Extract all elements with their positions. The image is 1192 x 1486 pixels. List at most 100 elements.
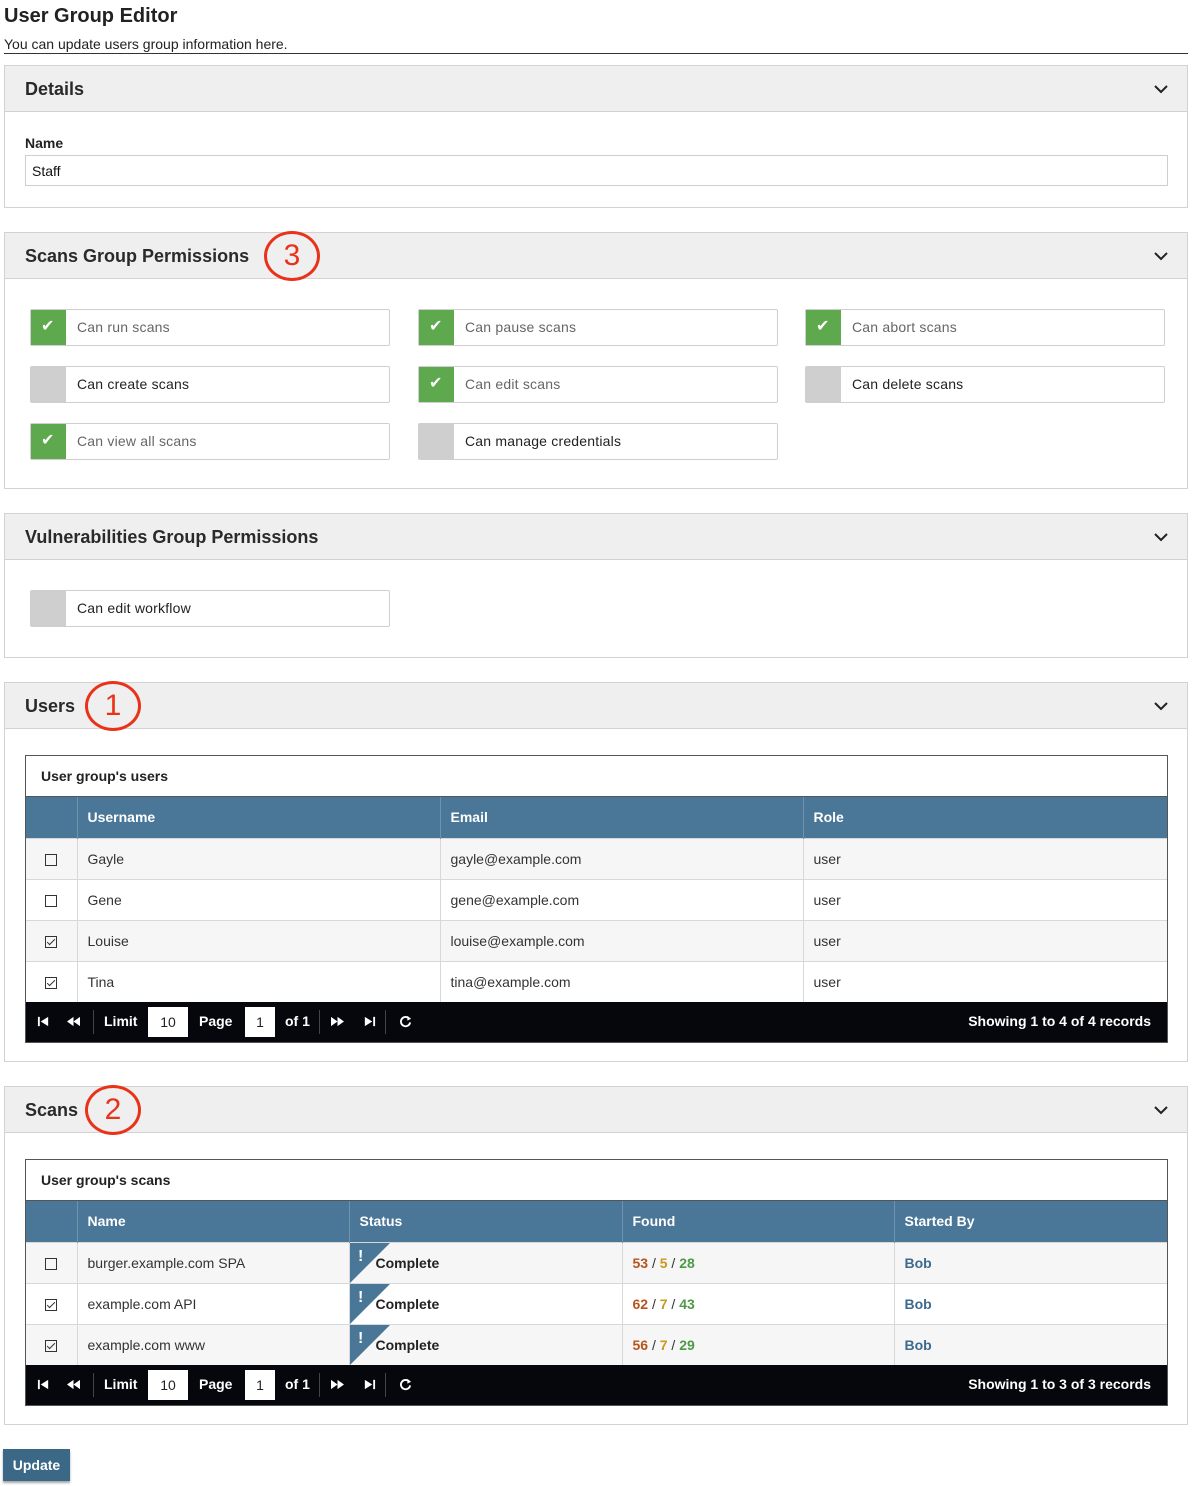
column-header-found[interactable]: Found: [621, 1201, 894, 1242]
scans-table-header-row: Name Status Found Started By: [26, 1201, 1167, 1242]
row-checkbox[interactable]: [45, 894, 58, 907]
scans-panel-header[interactable]: Scans 2: [5, 1085, 1187, 1135]
details-panel: Details Name: [4, 65, 1188, 208]
column-header-role[interactable]: Role: [802, 797, 1167, 838]
toggle-switch[interactable]: ✔: [419, 310, 454, 345]
name-field[interactable]: [25, 155, 1168, 186]
chevron-down-icon[interactable]: [1153, 698, 1169, 714]
permission-toggle-can-edit-workflow[interactable]: Can edit workflow: [30, 590, 390, 627]
toggle-switch[interactable]: ✔: [31, 424, 66, 459]
pager-divider: [93, 1010, 94, 1034]
permission-label: Can pause scans: [465, 319, 577, 335]
refresh-icon[interactable]: [399, 1015, 412, 1028]
refresh-icon[interactable]: [399, 1378, 412, 1391]
table-row[interactable]: burger.example.com SPA! Complete 53 / 5 / …: [26, 1242, 1167, 1283]
permission-toggle-can-pause-scans[interactable]: ✔ Can pause scans: [418, 309, 778, 346]
permission-toggle-can-abort-scans[interactable]: ✔ Can abort scans: [805, 309, 1165, 346]
permission-toggle-can-edit-scans[interactable]: ✔ Can edit scans: [418, 366, 778, 403]
cell-status: ! Complete: [348, 1283, 622, 1324]
table-row[interactable]: Tina tina@example.com user: [26, 961, 1167, 1002]
toggle-switch[interactable]: [806, 367, 841, 402]
chevron-down-icon[interactable]: [1153, 248, 1169, 264]
toggle-switch[interactable]: [31, 367, 66, 402]
limit-label: Limit: [104, 1376, 138, 1392]
page-label: Page: [199, 1376, 233, 1392]
select-cell: [26, 1283, 77, 1324]
table-row[interactable]: Gayle gayle@example.com user: [26, 838, 1167, 879]
limit-input[interactable]: 10: [148, 1370, 188, 1400]
select-cell: [26, 879, 77, 920]
permission-toggle-can-create-scans[interactable]: Can create scans: [30, 366, 390, 403]
users-table-header-row: Username Email Role: [26, 797, 1167, 838]
callout-badge-2: 2: [85, 1085, 141, 1135]
cell-started-by[interactable]: Bob: [893, 1242, 1167, 1283]
permission-toggle-can-run-scans[interactable]: ✔ Can run scans: [30, 309, 390, 346]
cell-name: example.com www: [76, 1324, 349, 1365]
select-cell: [26, 920, 77, 961]
cell-username: Gayle: [76, 838, 440, 879]
limit-input[interactable]: 10: [148, 1007, 188, 1037]
update-button[interactable]: Update: [3, 1449, 70, 1481]
cell-name: example.com API: [76, 1283, 349, 1324]
toggle-switch[interactable]: ✔: [806, 310, 841, 345]
last-page-icon[interactable]: [363, 1378, 376, 1391]
found-separator: /: [667, 1295, 680, 1312]
row-checkbox-checked[interactable]: [45, 977, 58, 990]
column-header-email[interactable]: Email: [439, 797, 803, 838]
page-input[interactable]: 1: [245, 1007, 275, 1037]
row-checkbox[interactable]: [45, 853, 58, 866]
cell-email: gene@example.com: [439, 879, 803, 920]
toggle-switch[interactable]: ✔: [31, 310, 66, 345]
row-checkbox-checked[interactable]: [45, 1340, 58, 1353]
next-page-icon[interactable]: [331, 1378, 344, 1391]
users-panel-header[interactable]: Users 1: [5, 681, 1187, 731]
scans-permissions-title: Scans Group Permissions: [25, 246, 250, 266]
table-row[interactable]: example.com API! Complete 62 / 7 / 43 Bob: [26, 1283, 1167, 1324]
cell-role: user: [802, 961, 1167, 1002]
callout-badge-1: 1: [85, 681, 141, 731]
next-page-icon[interactable]: [331, 1015, 344, 1028]
table-row[interactable]: Louise louise@example.com user: [26, 920, 1167, 961]
cell-status: ! Complete: [348, 1242, 622, 1283]
last-page-icon[interactable]: [363, 1015, 376, 1028]
page-input[interactable]: 1: [245, 1370, 275, 1400]
permission-toggle-can-manage-credentials[interactable]: Can manage credentials: [418, 423, 778, 460]
permission-toggle-can-view-all-scans[interactable]: ✔ Can view all scans: [30, 423, 390, 460]
toggle-switch[interactable]: ✔: [419, 367, 454, 402]
column-header-username[interactable]: Username: [76, 797, 440, 838]
column-header-status[interactable]: Status: [348, 1201, 622, 1242]
table-row[interactable]: Gene gene@example.com user: [26, 879, 1167, 920]
row-checkbox-checked[interactable]: [45, 935, 58, 948]
column-header-name[interactable]: Name: [76, 1201, 349, 1242]
found-medium-count: 5: [659, 1254, 668, 1271]
column-header-started-by[interactable]: Started By: [893, 1201, 1167, 1242]
pager-divider: [385, 1373, 386, 1397]
cell-role: user: [802, 838, 1167, 879]
cell-role: user: [802, 879, 1167, 920]
users-pager: Limit 10 Page 1 of 1 Showing 1 to 4 of 4 reco…: [26, 1002, 1167, 1042]
toggle-switch[interactable]: [419, 424, 454, 459]
scans-permissions-header[interactable]: Scans Group Permissions 3: [5, 231, 1187, 281]
found-low-count: 28: [679, 1254, 695, 1271]
page-count: of 1: [285, 1376, 310, 1392]
first-page-icon[interactable]: [37, 1015, 50, 1028]
vuln-permissions-title: Vulnerabilities Group Permissions: [25, 527, 319, 547]
permission-toggle-can-delete-scans[interactable]: Can delete scans: [805, 366, 1165, 403]
row-checkbox-checked[interactable]: [45, 1298, 58, 1311]
chevron-down-icon[interactable]: [1153, 1102, 1169, 1118]
select-cell: [26, 1242, 77, 1283]
first-page-icon[interactable]: [37, 1378, 50, 1391]
toggle-switch[interactable]: [31, 591, 66, 626]
row-checkbox[interactable]: [45, 1257, 58, 1270]
svg-text:!: !: [358, 1330, 363, 1347]
prev-page-icon[interactable]: [67, 1015, 80, 1028]
prev-page-icon[interactable]: [67, 1378, 80, 1391]
details-panel-title: Details: [25, 79, 85, 99]
cell-started-by[interactable]: Bob: [893, 1324, 1167, 1365]
table-row[interactable]: example.com www! Complete 56 / 7 / 29 Bob: [26, 1324, 1167, 1365]
cell-started-by[interactable]: Bob: [893, 1283, 1167, 1324]
details-panel-header[interactable]: Details: [5, 66, 1187, 112]
chevron-down-icon[interactable]: [1153, 529, 1169, 545]
chevron-down-icon[interactable]: [1153, 81, 1169, 97]
vuln-permissions-header[interactable]: Vulnerabilities Group Permissions: [5, 514, 1187, 560]
